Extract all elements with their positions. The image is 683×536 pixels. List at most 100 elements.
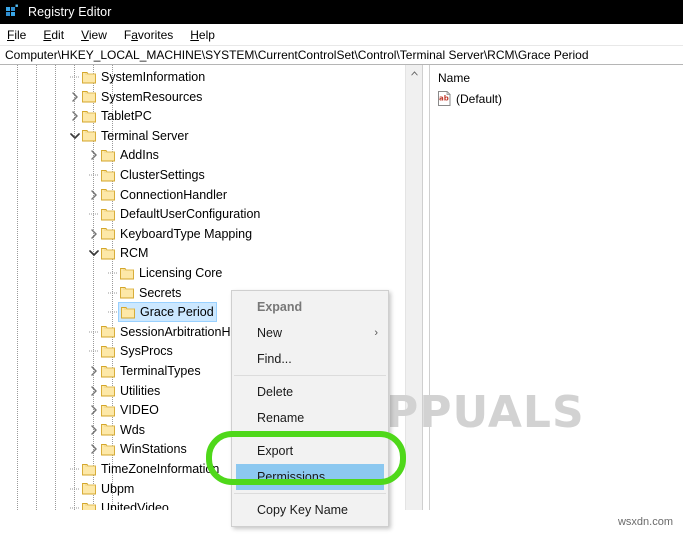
string-value-icon: ab <box>437 90 452 106</box>
tree-item[interactable]: VIDEO <box>86 400 159 420</box>
registry-path: Computer\HKEY_LOCAL_MACHINE\SYSTEM\Curre… <box>5 48 589 62</box>
folder-icon <box>101 247 115 260</box>
menu-favorites[interactable]: Favorites <box>124 28 173 42</box>
tree-item-content: Terminal Server <box>82 127 189 145</box>
menu-file[interactable]: File <box>7 28 26 42</box>
tree-item-label: Utilities <box>120 383 161 398</box>
tree-item-label: Wds <box>120 422 145 437</box>
chevron-right-icon[interactable] <box>86 400 101 420</box>
tree-item-content: Grace Period <box>118 302 217 323</box>
tree-item-label: Grace Period <box>140 305 214 320</box>
tree-item[interactable]: Ubpm <box>67 479 134 499</box>
chevron-right-icon[interactable] <box>86 145 101 165</box>
context-menu-item-rename[interactable]: Rename <box>232 405 388 431</box>
tree-item[interactable]: Wds <box>86 420 145 440</box>
tree-elbow-spacer <box>86 204 101 224</box>
context-menu-item-copy-key-name[interactable]: Copy Key Name <box>232 497 388 523</box>
title-bar: Registry Editor <box>0 0 683 24</box>
chevron-right-icon[interactable] <box>86 420 101 440</box>
context-menu-item-expand[interactable]: Expand <box>232 294 388 320</box>
tree-item[interactable]: ClusterSettings <box>86 165 205 185</box>
tree-item[interactable]: DefaultUserConfiguration <box>86 204 260 224</box>
chevron-down-icon[interactable] <box>86 243 101 263</box>
menu-edit[interactable]: Edit <box>43 28 64 42</box>
chevron-right-icon[interactable] <box>86 361 101 381</box>
context-menu-item-permissions[interactable]: Permissions... <box>236 464 384 490</box>
context-menu-item-delete[interactable]: Delete <box>232 379 388 405</box>
column-header-name[interactable]: Name <box>430 65 683 85</box>
chevron-right-icon[interactable] <box>86 381 101 401</box>
tree-item-label: SystemResources <box>101 89 203 104</box>
folder-icon <box>101 384 115 397</box>
chevron-right-icon[interactable] <box>86 439 101 459</box>
chevron-right-icon[interactable] <box>86 185 101 205</box>
folder-icon <box>120 267 134 280</box>
folder-icon <box>101 423 115 436</box>
tree-item[interactable]: TerminalTypes <box>86 361 201 381</box>
context-menu-item-new[interactable]: New › <box>232 320 388 346</box>
menu-view[interactable]: View <box>81 28 107 42</box>
chevron-right-icon[interactable] <box>67 106 82 126</box>
pane-splitter[interactable] <box>422 65 430 536</box>
folder-icon <box>82 110 96 123</box>
registry-values-pane[interactable]: Name ab (Default) <box>430 65 683 536</box>
tree-item-content: KeyboardType Mapping <box>101 225 252 243</box>
tree-item-label: Ubpm <box>101 481 135 496</box>
tree-item[interactable]: SystemInformation <box>67 67 205 87</box>
context-menu-label: Expand <box>257 300 303 314</box>
tree-item-label: VIDEO <box>120 403 159 418</box>
context-menu-label: New <box>257 326 283 340</box>
menu-help[interactable]: Help <box>190 28 215 42</box>
tree-item-label: Secrets <box>139 285 182 300</box>
tree-item[interactable]: SysProcs <box>86 341 173 361</box>
context-menu-item-find[interactable]: Find... <box>232 346 388 372</box>
folder-icon <box>101 169 115 182</box>
tree-item-label: WinStations <box>120 442 187 457</box>
tree-item-label: SystemInformation <box>101 70 206 84</box>
tree-elbow-spacer <box>67 479 82 499</box>
tree-item[interactable]: Licensing Core <box>105 263 222 283</box>
tree-item-content: Wds <box>101 421 145 439</box>
tree-elbow-spacer <box>86 341 101 361</box>
chevron-right-icon[interactable] <box>67 87 82 107</box>
tree-item-content: SysProcs <box>101 342 173 360</box>
tree-item[interactable]: SystemResources <box>67 87 202 107</box>
context-menu-item-export[interactable]: Export <box>232 438 388 464</box>
tree-item[interactable]: Grace Period <box>105 302 217 323</box>
folder-icon <box>101 345 115 358</box>
folder-icon <box>101 365 115 378</box>
tree-item-label: RCM <box>120 246 149 261</box>
tree-vertical-scrollbar[interactable] <box>405 65 422 536</box>
tree-item-content: TimeZoneInformation <box>82 460 219 478</box>
context-menu[interactable]: Expand New › Find... Delete Rename Expor… <box>231 290 389 527</box>
tree-item-label: AddIns <box>120 148 159 163</box>
tree-item[interactable]: Terminal Server <box>67 126 189 146</box>
tree-item[interactable]: TimeZoneInformation <box>67 459 219 479</box>
tree-item-label: SysProcs <box>120 344 173 359</box>
tree-item-content: Ubpm <box>82 480 134 498</box>
value-name: (Default) <box>456 91 503 106</box>
tree-item[interactable]: WinStations <box>86 439 187 459</box>
tree-item[interactable]: Secrets <box>105 283 181 303</box>
tree-item[interactable]: AddIns <box>86 145 159 165</box>
tree-guide-line <box>55 65 56 536</box>
chevron-down-icon[interactable] <box>67 126 82 146</box>
tree-item-content: ConnectionHandler <box>101 186 227 204</box>
tree-elbow-spacer <box>105 263 120 283</box>
tree-item[interactable]: RCM <box>86 243 148 263</box>
tree-guide-line <box>36 65 37 536</box>
context-menu-label: Permissions... <box>257 470 336 484</box>
address-bar[interactable]: Computer\HKEY_LOCAL_MACHINE\SYSTEM\Curre… <box>0 45 683 65</box>
tree-item[interactable]: Utilities <box>86 381 160 401</box>
scroll-up-arrow-icon[interactable] <box>406 65 422 82</box>
value-row-default[interactable]: ab (Default) <box>430 90 683 106</box>
tree-item[interactable]: KeyboardType Mapping <box>86 224 252 244</box>
context-menu-separator <box>234 493 386 494</box>
tree-elbow-spacer <box>67 67 82 87</box>
tree-item-content: DefaultUserConfiguration <box>101 205 260 223</box>
tree-item[interactable]: ConnectionHandler <box>86 185 227 205</box>
context-menu-separator <box>234 375 386 376</box>
chevron-right-icon[interactable] <box>86 224 101 244</box>
tree-item-content: VIDEO <box>101 401 159 419</box>
tree-item[interactable]: TabletPC <box>67 106 152 126</box>
